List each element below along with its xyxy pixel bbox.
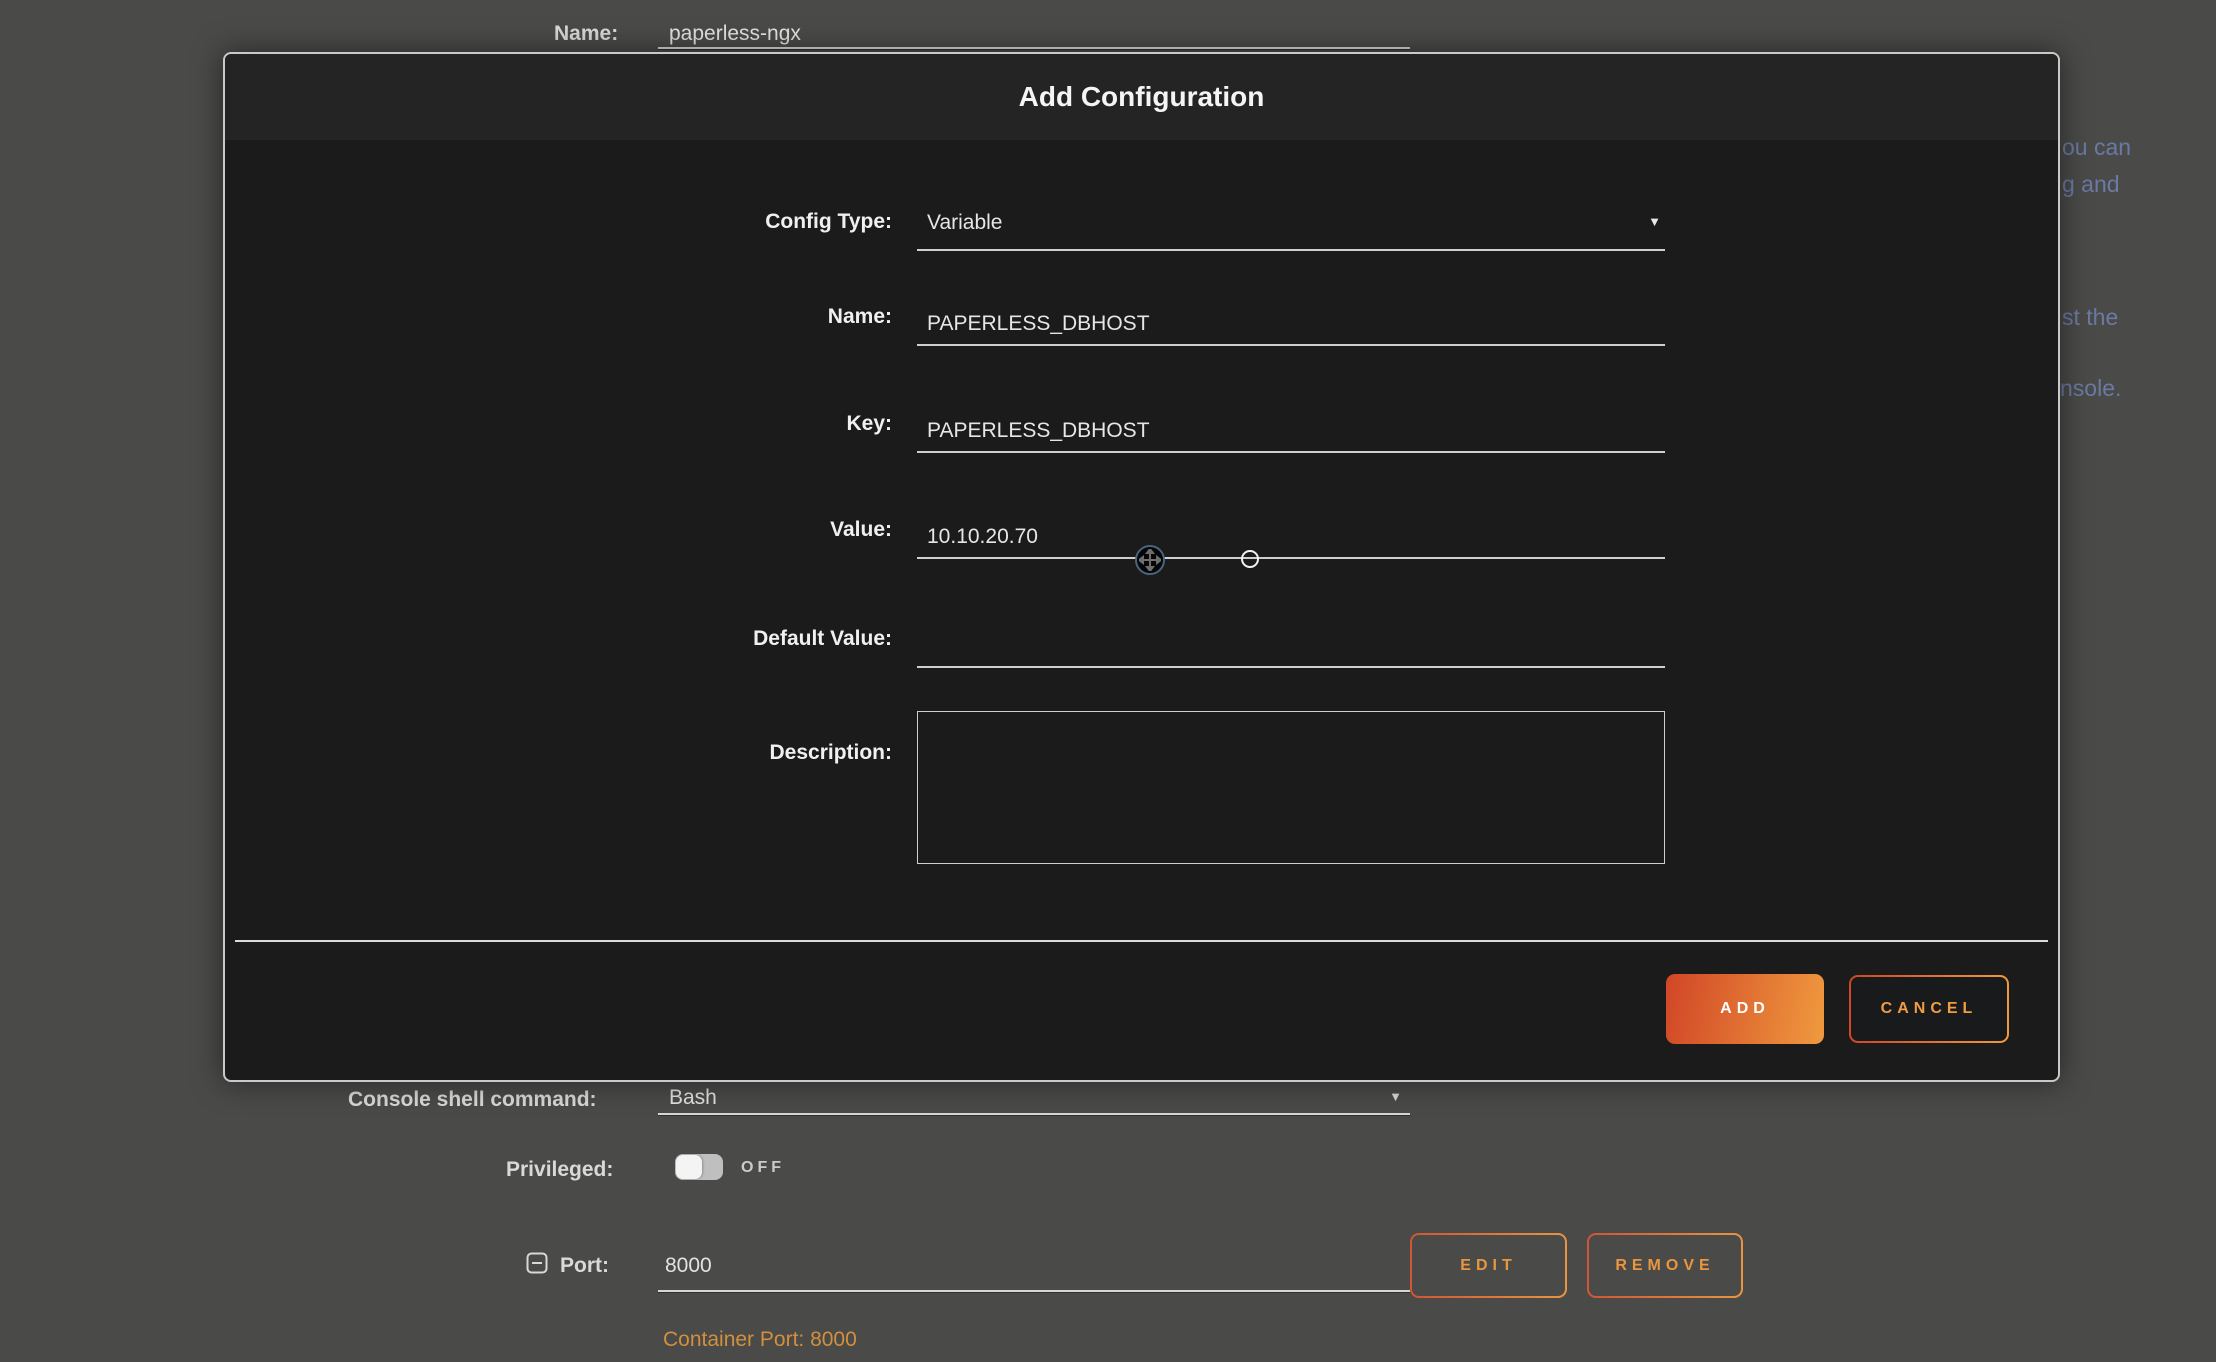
- bg-name-underline: [658, 47, 1410, 49]
- description-label: Description:: [225, 741, 892, 765]
- move-cursor-icon: [1135, 545, 1165, 575]
- add-configuration-modal: Add Configuration Config Type: Variable …: [223, 52, 2060, 1082]
- remove-button-label: REMOVE: [1589, 1235, 1741, 1296]
- edit-button-label: EDIT: [1412, 1235, 1565, 1296]
- console-shell-dropdown[interactable]: Bash ▼: [658, 1084, 1410, 1116]
- modal-footer-divider: [235, 940, 2048, 942]
- cancel-button[interactable]: CANCEL: [1849, 975, 2009, 1043]
- port-underline: [658, 1290, 1410, 1292]
- bg-help-text-fragment: g and: [2062, 171, 2120, 198]
- remove-button[interactable]: REMOVE: [1587, 1233, 1743, 1298]
- config-type-value: Variable: [927, 211, 1003, 235]
- collapse-minus-icon[interactable]: [526, 1252, 548, 1274]
- name-input[interactable]: [917, 304, 1665, 346]
- page: Name: paperless-ngx ou can g and st the …: [0, 0, 2216, 1362]
- port-value[interactable]: 8000: [665, 1254, 712, 1278]
- bg-help-text-fragment: nsole.: [2060, 375, 2121, 402]
- value-input[interactable]: [917, 517, 1665, 559]
- description-textarea[interactable]: [917, 711, 1665, 864]
- port-label: Port:: [560, 1254, 609, 1278]
- modal-header: Add Configuration: [225, 54, 2058, 140]
- add-button[interactable]: ADD: [1666, 974, 1824, 1044]
- config-type-dropdown[interactable]: Variable ▼: [917, 209, 1665, 251]
- chevron-down-icon: ▼: [1389, 1090, 1402, 1103]
- toggle-knob: [676, 1155, 702, 1179]
- console-shell-label: Console shell command:: [348, 1088, 597, 1112]
- privileged-state: OFF: [741, 1159, 785, 1177]
- privileged-toggle[interactable]: [675, 1154, 723, 1180]
- default-value-label: Default Value:: [225, 627, 892, 651]
- modal-title: Add Configuration: [225, 54, 2058, 140]
- bg-help-text-fragment: st the: [2062, 304, 2118, 331]
- name-label: Name:: [225, 305, 892, 329]
- drag-handle-dot: [1241, 550, 1259, 568]
- cancel-button-label: CANCEL: [1851, 977, 2007, 1041]
- bg-name-label: Name:: [554, 22, 618, 46]
- value-label: Value:: [225, 518, 892, 542]
- chevron-down-icon: ▼: [1648, 215, 1661, 228]
- bg-name-value[interactable]: paperless-ngx: [669, 22, 801, 46]
- edit-button[interactable]: EDIT: [1410, 1233, 1567, 1298]
- config-type-label: Config Type:: [225, 210, 892, 234]
- console-shell-underline: [658, 1113, 1410, 1115]
- default-value-input[interactable]: [917, 626, 1665, 668]
- bg-help-text-fragment: ou can: [2062, 134, 2131, 161]
- console-shell-value: Bash: [669, 1086, 717, 1110]
- key-label: Key:: [225, 412, 892, 436]
- privileged-label: Privileged:: [506, 1158, 613, 1182]
- container-port-note: Container Port: 8000: [663, 1328, 857, 1352]
- key-input[interactable]: [917, 411, 1665, 453]
